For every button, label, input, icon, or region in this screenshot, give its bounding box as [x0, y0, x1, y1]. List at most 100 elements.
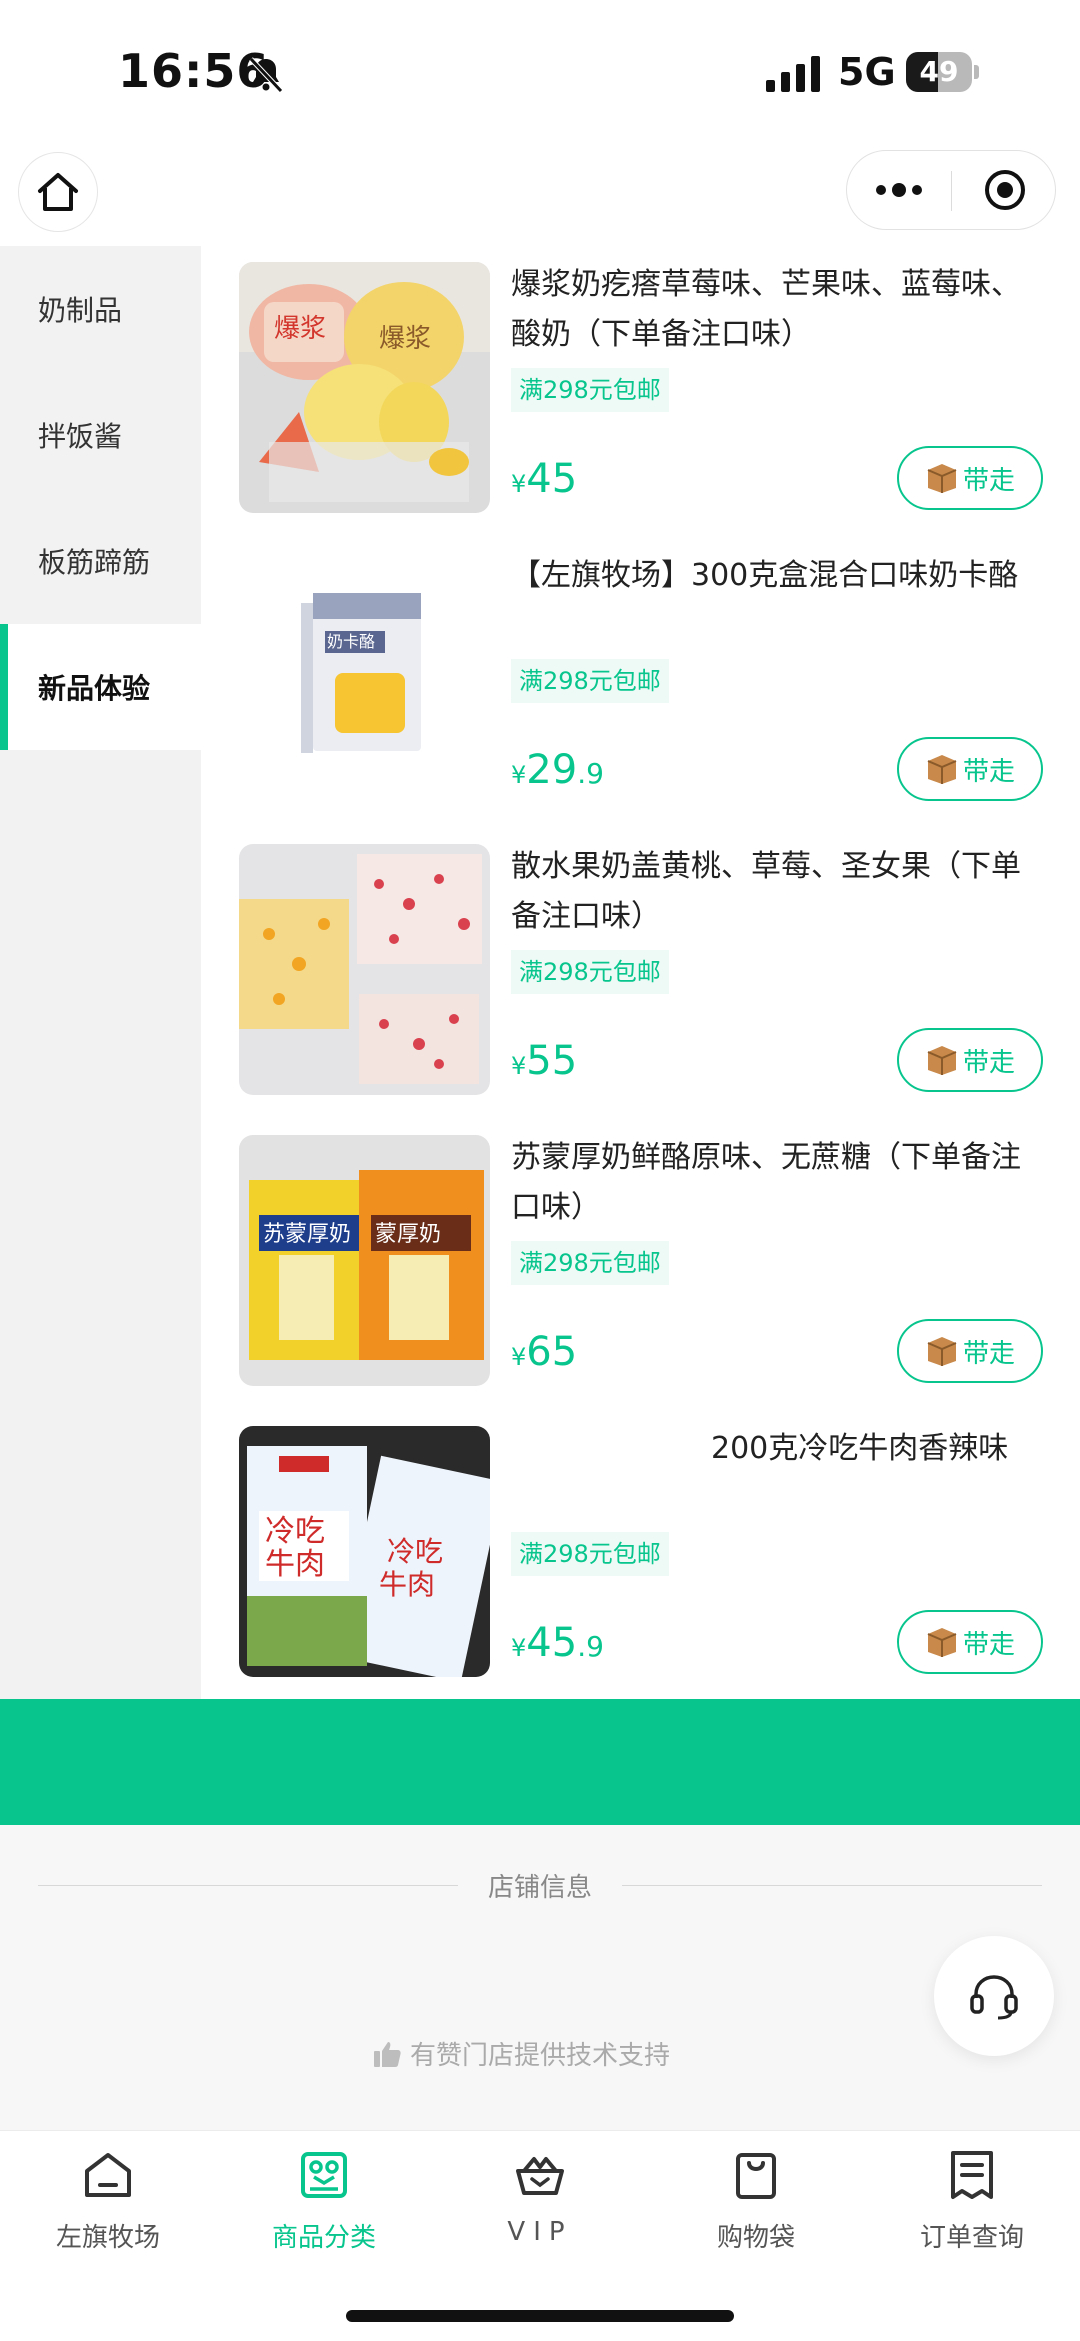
price-currency: ¥ [511, 1634, 527, 1662]
product-name: 【左旗牧场】300克盒混合口味奶卡酪 [511, 558, 1019, 593]
take-away-label: 带走 [962, 465, 1015, 496]
customer-service-button[interactable] [934, 1936, 1054, 2056]
sidebar-item-dairy[interactable]: 奶制品 [0, 246, 201, 372]
take-away-button[interactable]: 带走 [897, 737, 1043, 801]
more-button[interactable] [847, 151, 951, 229]
tab-label: VIP [507, 2217, 573, 2247]
tab-shopping-bag[interactable]: 购物袋 [648, 2145, 864, 2265]
tab-label: 左旗牧场 [55, 2223, 160, 2253]
take-away-button[interactable]: 带走 [897, 1028, 1043, 1092]
product-card[interactable]: 苏蒙厚奶 蒙厚奶 苏蒙厚奶鲜酪原味、无蔗糖（下单备注口味） 满298元包邮 ¥6… [201, 1119, 1080, 1410]
product-card[interactable]: 冷吃 牛肉 冷吃 牛肉 200克冷吃牛肉香辣味 满298元包邮 ¥45.9 带走 [201, 1410, 1080, 1699]
product-card[interactable]: 爆浆 爆浆 爆浆奶疙瘩草莓味、芒果味、蓝莓味、酸奶（下单备注口味） 满298元包… [201, 246, 1080, 537]
silent-bell-icon [249, 57, 283, 93]
close-button[interactable] [953, 151, 1057, 229]
package-icon [927, 464, 957, 493]
product-price: ¥65 [511, 1329, 577, 1375]
product-price: ¥55 [511, 1038, 577, 1084]
svg-text:牛肉: 牛肉 [265, 1547, 325, 1582]
free-shipping-tag: 满298元包邮 [511, 659, 669, 703]
product-price: ¥45.9 [511, 1620, 604, 1666]
battery-icon: 49 [906, 52, 979, 92]
tech-support: 有赞门店提供技术支持 [372, 2035, 670, 2072]
tab-home[interactable]: 左旗牧场 [0, 2145, 216, 2265]
home-indicator [346, 2310, 734, 2322]
free-shipping-tag: 满298元包邮 [511, 368, 669, 412]
sidebar-item-tendon[interactable]: 板筋蹄筋 [0, 498, 201, 624]
price-integer: 29 [526, 747, 578, 793]
home-icon [38, 173, 78, 211]
tab-label: 商品分类 [271, 2223, 376, 2253]
take-away-button[interactable]: 带走 [897, 446, 1043, 510]
package-icon [927, 1337, 957, 1366]
take-away-label: 带走 [962, 1047, 1015, 1078]
sidebar-item-label: 新品体验 [38, 672, 151, 705]
product-price: ¥45 [511, 456, 577, 502]
sidebar-item-new-products[interactable]: 新品体验 [0, 624, 201, 750]
svg-text:蒙厚奶: 蒙厚奶 [375, 1222, 441, 1247]
divider [622, 1885, 1042, 1886]
sidebar-item-label: 拌饭酱 [38, 420, 123, 453]
divider [38, 1885, 458, 1886]
thumbs-up-icon [374, 2041, 401, 2067]
svg-text:爆浆: 爆浆 [379, 324, 431, 354]
free-shipping-tag: 满298元包邮 [511, 950, 669, 994]
product-price: ¥29.9 [511, 747, 604, 793]
free-shipping-tag: 满298元包邮 [511, 1532, 669, 1576]
shopping-bag-icon [736, 2153, 776, 2199]
tech-support-text: 有赞门店提供技术支持 [410, 2041, 671, 2071]
home-button[interactable] [18, 152, 98, 232]
home-icon [85, 2153, 131, 2197]
price-decimal: .9 [577, 757, 604, 790]
take-away-label: 带走 [962, 1629, 1015, 1660]
signal-icon [766, 56, 820, 92]
price-integer: 65 [526, 1329, 578, 1375]
tab-vip[interactable]: VIP [432, 2145, 648, 2265]
sidebar-item-label: 板筋蹄筋 [38, 546, 151, 579]
category-icon [301, 2152, 347, 2198]
price-integer: 55 [526, 1038, 578, 1084]
price-currency: ¥ [511, 761, 527, 789]
tab-label: 购物袋 [716, 2223, 795, 2253]
product-name: 爆浆奶疙瘩草莓味、芒果味、蓝莓味、酸奶（下单备注口味） [511, 267, 1021, 352]
more-icon [876, 183, 922, 197]
mini-program-capsule [846, 150, 1056, 230]
product-card[interactable]: 散水果奶盖黄桃、草莓、圣女果（下单备注口味） 满298元包邮 ¥55 带走 [201, 828, 1080, 1119]
sidebar-item-rice-sauce[interactable]: 拌饭酱 [0, 372, 201, 498]
free-shipping-tag: 满298元包邮 [511, 1241, 669, 1285]
package-icon [927, 755, 957, 784]
price-currency: ¥ [511, 470, 527, 498]
product-name: 散水果奶盖黄桃、草莓、圣女果（下单备注口味） [511, 849, 1021, 934]
price-currency: ¥ [511, 1343, 527, 1371]
tab-category[interactable]: 商品分类 [216, 2145, 432, 2265]
headset-icon [970, 1975, 1018, 2020]
status-bar: 16:56 5G 49 [0, 0, 1080, 140]
take-away-button[interactable]: 带走 [897, 1610, 1043, 1674]
svg-text:牛肉: 牛肉 [379, 1568, 435, 1601]
take-away-button[interactable]: 带走 [897, 1319, 1043, 1383]
package-icon [927, 1046, 957, 1075]
price-decimal: .9 [577, 1630, 604, 1663]
product-name: 苏蒙厚奶鲜酪原味、无蔗糖（下单备注口味） [511, 1140, 1021, 1225]
store-info-title[interactable]: 店铺信息 [440, 1867, 640, 1904]
product-image [239, 844, 490, 1095]
package-icon [927, 1628, 957, 1657]
product-name: 200克冷吃牛肉香辣味 [711, 1431, 1009, 1466]
category-sidebar: 奶制品 拌饭酱 板筋蹄筋 新品体验 [0, 246, 201, 1699]
svg-text:爆浆: 爆浆 [274, 314, 326, 344]
vip-basket-icon [516, 2157, 564, 2195]
battery-text: 49 [919, 55, 959, 88]
price-integer: 45 [526, 1620, 578, 1666]
store-footer: 店铺信息 有赞门店提供技术支持 [0, 1825, 1080, 2130]
price-integer: 45 [526, 456, 578, 502]
svg-text:苏蒙厚奶: 苏蒙厚奶 [263, 1222, 351, 1247]
target-close-icon [985, 170, 1025, 210]
product-image: 苏蒙厚奶 蒙厚奶 [239, 1135, 490, 1386]
product-list: 爆浆 爆浆 爆浆奶疙瘩草莓味、芒果味、蓝莓味、酸奶（下单备注口味） 满298元包… [201, 246, 1080, 1699]
product-image: 奶卡酪 [239, 553, 490, 804]
product-card[interactable]: 奶卡酪 【左旗牧场】300克盒混合口味奶卡酪 满298元包邮 ¥29.9 带走 [201, 537, 1080, 828]
svg-text:冷吃: 冷吃 [265, 1514, 325, 1549]
svg-text:奶卡酪: 奶卡酪 [327, 632, 375, 651]
network-type: 5G [838, 50, 896, 94]
tab-orders[interactable]: 订单查询 [864, 2145, 1080, 2265]
